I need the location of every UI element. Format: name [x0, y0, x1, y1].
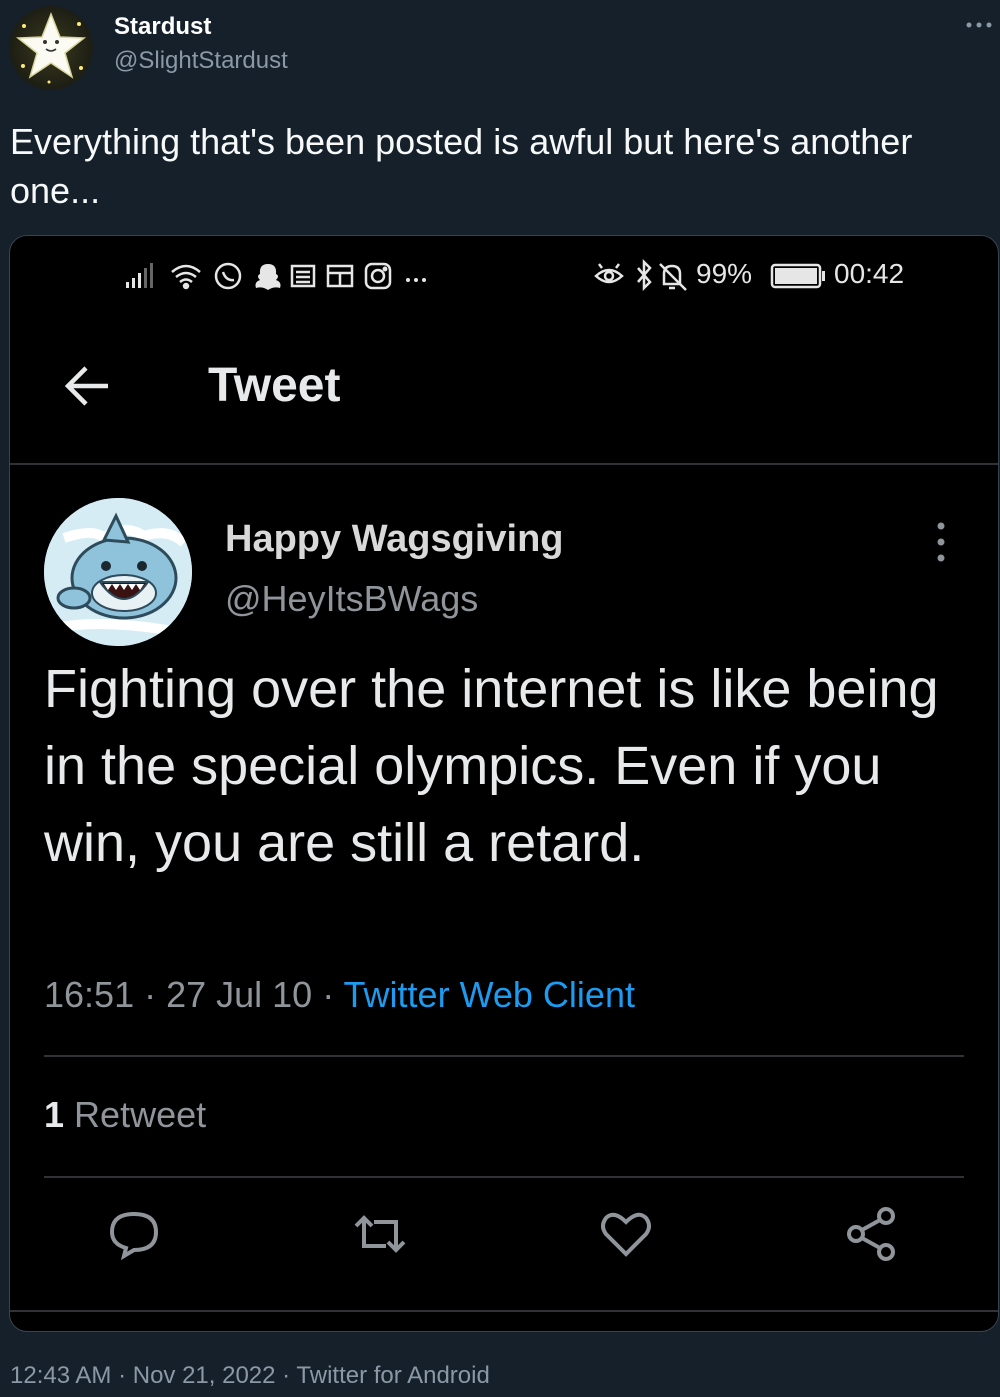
eye-comfort-icon	[594, 263, 624, 284]
clock: 00:42	[834, 258, 905, 289]
tweet-text: Everything that's been posted is awful b…	[10, 121, 913, 211]
battery-percent: 99%	[696, 258, 753, 289]
bell-off-icon	[659, 263, 687, 291]
client-link[interactable]: Twitter Web Client	[344, 974, 635, 1015]
retweet-count: 1	[44, 1094, 65, 1135]
app-bar	[10, 316, 998, 465]
retweet-label: Retweet	[74, 1094, 207, 1135]
retweet-stats[interactable]: 1 Retweet	[44, 1094, 206, 1136]
tweet-date: 27 Jul 10	[166, 974, 313, 1015]
divider	[10, 1310, 998, 1312]
tweet-time: 16:51	[44, 974, 135, 1015]
action-bar	[10, 1206, 998, 1276]
wifi-icon	[171, 264, 201, 290]
bluetooth-icon	[637, 258, 652, 292]
author-handle[interactable]: @SlightStardust	[114, 47, 288, 75]
like-icon[interactable]	[598, 1206, 654, 1262]
inner-author-handle[interactable]: @HeyItsBWags	[225, 578, 478, 620]
tweet-timestamp[interactable]: 12:43 AM · Nov 21, 2022 · Twitter for An…	[10, 1362, 490, 1390]
signal-icon	[126, 263, 153, 288]
inner-tweet-text: Fighting over the internet is like being…	[44, 659, 939, 873]
status-left-icons	[126, 260, 436, 292]
reply-icon[interactable]	[106, 1206, 162, 1262]
page-title: Tweet	[208, 359, 341, 412]
tweet-meta: 16:51 · 27 Jul 10 · Twitter Web Client	[44, 974, 635, 1016]
more-dots-icon	[406, 278, 426, 282]
divider	[44, 1176, 964, 1178]
meta-separator: ·	[134, 974, 167, 1015]
phone-status-bar: 99% 00:42	[10, 236, 998, 316]
divider	[44, 1055, 964, 1057]
arrow-left-icon[interactable]	[62, 361, 112, 411]
star-avatar-icon[interactable]	[9, 6, 93, 90]
retweet-icon[interactable]	[352, 1206, 408, 1262]
author-name[interactable]: Stardust	[114, 13, 211, 41]
attached-image[interactable]: 99% 00:42 Tweet Happy Wagsgiving @HeyIts…	[9, 235, 999, 1332]
news-icon	[290, 264, 316, 288]
calendar-icon	[326, 264, 354, 288]
battery-icon	[770, 263, 825, 289]
snapchat-icon	[255, 264, 281, 290]
more-horizontal-icon[interactable]	[962, 10, 996, 40]
outer-tweet-header: Stardust @SlightStardust	[0, 0, 1000, 100]
inner-author-name[interactable]: Happy Wagsgiving	[225, 518, 564, 561]
more-vertical-icon[interactable]	[928, 520, 954, 564]
whatsapp-icon	[214, 262, 242, 290]
meta-separator: ·	[312, 974, 344, 1015]
shark-avatar-icon[interactable]	[44, 498, 192, 646]
instagram-icon	[364, 262, 392, 290]
share-icon[interactable]	[844, 1206, 900, 1262]
